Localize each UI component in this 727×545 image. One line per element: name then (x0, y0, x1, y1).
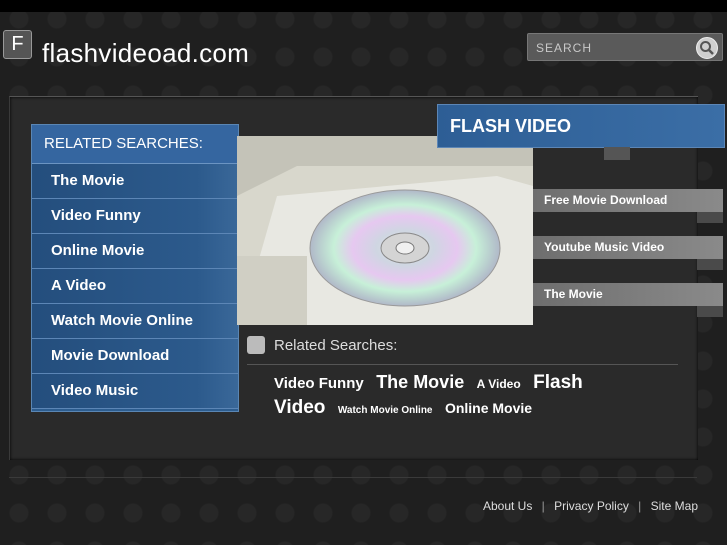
menu-item-movie-download[interactable]: Movie Download (32, 339, 238, 374)
tag-link[interactable]: Video Funny (274, 375, 364, 392)
tab-decoration (697, 306, 723, 317)
related-searches-label: Related Searches: (274, 337, 398, 354)
menu-item-a-video[interactable]: A Video (32, 269, 238, 304)
tag-link[interactable]: The Movie (376, 372, 464, 392)
tag-link[interactable]: Online Movie (445, 400, 532, 416)
tag-icon (247, 336, 265, 354)
footer-divider (9, 477, 697, 478)
tab-decoration (697, 212, 723, 223)
related-searches-heading: Related Searches: (247, 336, 678, 365)
search-button[interactable] (696, 37, 718, 59)
menu-item-video-funny[interactable]: Video Funny (32, 199, 238, 234)
footer-separator: | (638, 499, 642, 513)
footer-link-about-us[interactable]: About Us (483, 499, 532, 513)
related-searches-title: RELATED SEARCHES: (32, 125, 238, 164)
flash-video-header: FLASH VIDEO (437, 104, 725, 148)
site-title[interactable]: flashvideoad.com (42, 38, 249, 69)
tag-cloud: Video Funny The Movie A Video Flash Vide… (274, 370, 604, 423)
footer-link-privacy-policy[interactable]: Privacy Policy (554, 499, 629, 513)
footer-separator: | (541, 499, 545, 513)
tag-link[interactable]: A Video (477, 377, 521, 391)
footer-links: About Us | Privacy Policy | Site Map (483, 499, 698, 513)
menu-item-online-movie[interactable]: Online Movie (32, 234, 238, 269)
link-free-movie-download[interactable]: Free Movie Download (533, 189, 723, 212)
menu-item-video-music[interactable]: Video Music (32, 374, 238, 409)
search-input[interactable] (534, 37, 688, 59)
tag-link[interactable]: Watch Movie Online (338, 405, 433, 416)
link-youtube-music-video[interactable]: Youtube Music Video (533, 236, 723, 259)
site-logo[interactable]: F (3, 30, 32, 59)
search-box (527, 33, 723, 61)
search-icon (700, 41, 714, 55)
menu-item-the-movie[interactable]: The Movie (32, 164, 238, 199)
tab-decoration (697, 259, 723, 270)
menu-item-watch-movie-online[interactable]: Watch Movie Online (32, 304, 238, 339)
link-the-movie[interactable]: The Movie (533, 283, 723, 306)
top-bar (0, 0, 727, 12)
flash-video-title: FLASH VIDEO (450, 116, 572, 136)
header-tab-decoration (604, 147, 630, 160)
related-searches-menu: RELATED SEARCHES: The Movie Video Funny … (31, 124, 239, 412)
dvd-drive-image (237, 136, 533, 325)
footer-link-site-map[interactable]: Site Map (651, 499, 698, 513)
